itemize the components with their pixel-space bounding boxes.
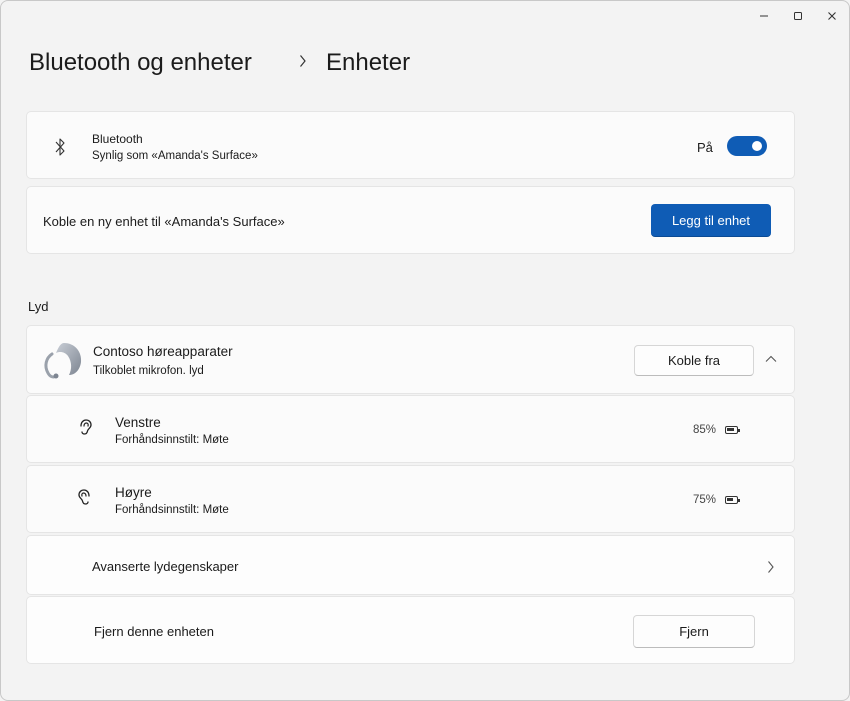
sub-device-preset: Forhåndsinnstilt: Møte bbox=[115, 504, 229, 516]
chevron-right-icon bbox=[768, 561, 774, 573]
battery-icon bbox=[725, 426, 740, 434]
remove-button[interactable]: Fjern bbox=[633, 615, 755, 648]
device-status: Tilkoblet mikrofon. lyd bbox=[93, 365, 204, 377]
bluetooth-card: Bluetooth Synlig som «Amanda's Surface» … bbox=[26, 111, 795, 179]
disconnect-button[interactable]: Koble fra bbox=[634, 345, 754, 376]
caption-buttons bbox=[747, 1, 849, 31]
chevron-up-icon[interactable] bbox=[764, 354, 778, 364]
battery-percent: 75% bbox=[693, 494, 717, 506]
battery-percent: 85% bbox=[693, 424, 717, 436]
add-device-button[interactable]: Legg til enhet bbox=[651, 204, 771, 237]
device-name: Contoso høreapparater bbox=[93, 344, 233, 359]
minimize-icon bbox=[760, 15, 768, 17]
close-icon bbox=[828, 12, 836, 20]
bluetooth-subtitle: Synlig som «Amanda's Surface» bbox=[92, 150, 258, 162]
sub-device-preset: Forhåndsinnstilt: Møte bbox=[115, 434, 229, 446]
minimize-button[interactable] bbox=[747, 1, 781, 31]
battery-fill bbox=[727, 498, 734, 502]
add-device-text: Koble en ny enhet til «Amanda's Surface» bbox=[43, 214, 285, 229]
ear-icon bbox=[78, 489, 90, 505]
ear-icon bbox=[80, 419, 92, 435]
toggle-state-label: På bbox=[697, 140, 713, 155]
advanced-audio-row[interactable]: Avanserte lydegenskaper bbox=[26, 535, 795, 595]
bluetooth-icon bbox=[55, 138, 65, 156]
close-button[interactable] bbox=[815, 1, 849, 31]
advanced-audio-label: Avanserte lydegenskaper bbox=[92, 559, 239, 574]
maximize-button[interactable] bbox=[781, 1, 815, 31]
sub-device-name: Venstre bbox=[115, 415, 161, 430]
device-card[interactable]: Contoso høreapparater Tilkoblet mikrofon… bbox=[26, 325, 795, 394]
settings-window: Bluetooth og enheter Enheter Bluetooth S… bbox=[0, 0, 850, 701]
add-device-card: Koble en ny enhet til «Amanda's Surface»… bbox=[26, 186, 795, 254]
chevron-right-icon bbox=[300, 55, 306, 67]
battery-fill bbox=[727, 428, 735, 432]
maximize-icon bbox=[794, 12, 802, 20]
sub-device-name: Høyre bbox=[115, 485, 152, 500]
hearing-aid-icon bbox=[44, 343, 82, 379]
sub-device-row-right: Høyre Forhåndsinnstilt: Møte 75% bbox=[26, 465, 795, 533]
section-title: Lyd bbox=[28, 299, 49, 314]
bluetooth-title: Bluetooth bbox=[92, 132, 143, 146]
sub-device-row-left: Venstre Forhåndsinnstilt: Møte 85% bbox=[26, 395, 795, 463]
battery-icon bbox=[725, 496, 740, 504]
page-title: Enheter bbox=[326, 49, 411, 76]
remove-device-row: Fjern denne enheten Fjern bbox=[26, 596, 795, 664]
breadcrumb-parent[interactable]: Bluetooth og enheter bbox=[29, 45, 252, 81]
bluetooth-toggle[interactable] bbox=[727, 136, 767, 156]
toggle-knob bbox=[752, 141, 762, 151]
remove-device-label: Fjern denne enheten bbox=[94, 624, 214, 639]
